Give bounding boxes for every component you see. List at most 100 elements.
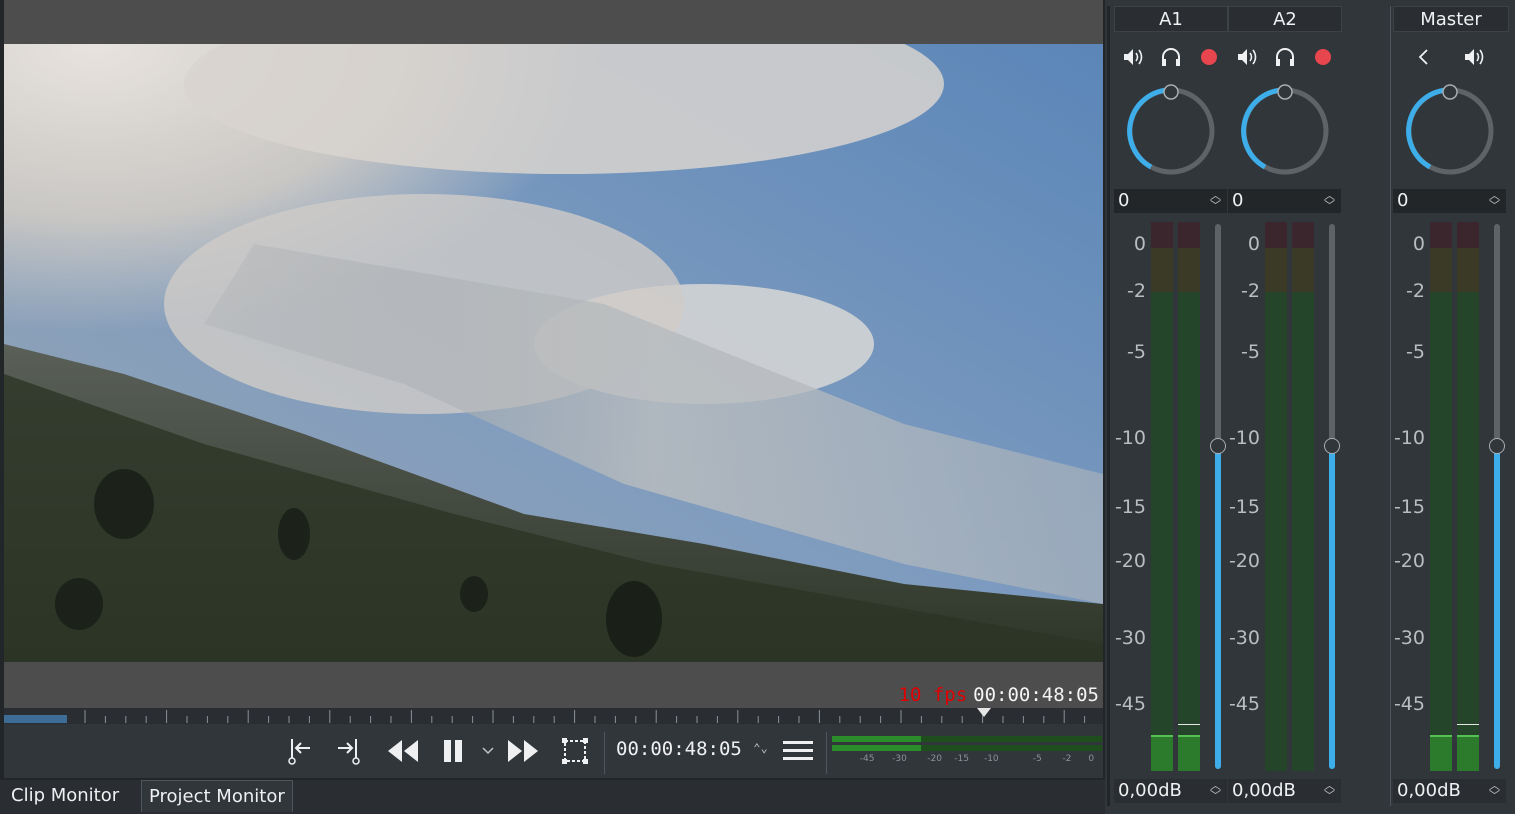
monitor-tab-bar: Clip Monitor Project Monitor — [0, 780, 1105, 814]
a1-solo-button[interactable] — [1156, 42, 1186, 72]
a1-mute-button[interactable] — [1118, 42, 1148, 72]
tab-clip-monitor[interactable]: Clip Monitor — [4, 780, 126, 812]
mini-meter-tick-label: -15 — [954, 754, 969, 764]
mini-meter-level-left — [832, 736, 922, 742]
tab-project-monitor[interactable]: Project Monitor — [141, 780, 293, 812]
a1-pan-value: 0 — [1118, 190, 1130, 211]
a2-pan-value: 0 — [1232, 190, 1244, 211]
fader-fill — [1494, 446, 1500, 769]
level-meter-bar — [1265, 222, 1287, 771]
db-scale-label: -30 — [1393, 627, 1425, 649]
speaker-icon — [1465, 49, 1484, 65]
zone-in-icon — [288, 739, 310, 765]
fader-handle[interactable] — [1324, 438, 1340, 454]
master-pan-spinbox[interactable]: 0 ︿ ﹀ — [1393, 189, 1506, 213]
video-landscape-image — [4, 44, 1103, 662]
master-gain-spinbox[interactable]: 0,00dB ︿ ﹀ — [1393, 779, 1506, 803]
db-scale-label: -45 — [1393, 693, 1425, 715]
master-gain-value: 0,00dB — [1397, 780, 1461, 801]
a2-solo-button[interactable] — [1270, 42, 1300, 72]
monitor-toolbar: 00:00:48:05 ⌃⌄ -45 -30 -20 -15 -10 -5 -2 0 — [4, 724, 1103, 778]
a1-pan-dial[interactable] — [1125, 84, 1217, 180]
set-zone-out-button[interactable] — [330, 732, 368, 770]
spin-down-icon[interactable]: ﹀ — [1210, 790, 1221, 801]
meter-warn-zone — [1457, 248, 1479, 292]
master-pan-dial[interactable] — [1404, 84, 1496, 180]
meter-clip-zone — [1430, 222, 1452, 248]
mini-meter-tick-label: -5 — [1032, 754, 1042, 764]
db-scale-label: -20 — [1393, 550, 1425, 572]
spin-down-icon[interactable]: ﹀ — [1489, 790, 1500, 801]
play-pause-button[interactable] — [434, 732, 472, 770]
mini-meter-tick-label: -2 — [1062, 754, 1072, 764]
toolbar-separator — [604, 732, 605, 774]
a1-pan-spinbox[interactable]: 0 ︿ ﹀ — [1114, 189, 1227, 213]
db-scale-label: -15 — [1228, 496, 1260, 518]
monitor-menu-button[interactable] — [779, 732, 817, 770]
play-options-dropdown[interactable] — [476, 732, 500, 770]
record-icon — [1201, 49, 1217, 65]
db-scale-label: -10 — [1228, 427, 1260, 449]
meter-warn-zone — [1178, 248, 1200, 292]
safe-zone-button[interactable] — [556, 732, 594, 770]
meter-peak-marker — [1457, 723, 1479, 725]
timecode-value: 00:00:48:05 — [616, 738, 742, 760]
a2-mute-button[interactable] — [1232, 42, 1262, 72]
meter-clip-zone — [1457, 222, 1479, 248]
db-scale-label: -2 — [1127, 280, 1146, 302]
headphones-icon — [1162, 48, 1180, 66]
a2-pan-dial[interactable] — [1239, 84, 1331, 180]
meter-warn-zone — [1430, 248, 1452, 292]
db-scale-label: 0 — [1247, 233, 1260, 255]
toolbar-separator — [826, 732, 827, 774]
master-collapse-button[interactable] — [1409, 42, 1439, 72]
meter-level-fill — [1457, 734, 1479, 771]
spin-down-icon[interactable]: ﹀ — [1210, 200, 1221, 211]
master-pan-value: 0 — [1397, 190, 1409, 211]
zone-out-icon — [338, 739, 360, 765]
chevron-down-icon — [482, 747, 494, 755]
spin-down-icon[interactable]: ﹀ — [1489, 200, 1500, 211]
forward-button[interactable] — [504, 732, 542, 770]
a1-gain-spinbox[interactable]: 0,00dB ︿ ﹀ — [1114, 779, 1227, 803]
db-scale-label: -15 — [1114, 496, 1146, 518]
rewind-button[interactable] — [384, 732, 422, 770]
a1-record-button[interactable] — [1194, 42, 1224, 72]
hamburger-menu-icon — [783, 741, 813, 760]
set-zone-in-button[interactable] — [280, 732, 318, 770]
db-scale-label: -45 — [1228, 693, 1260, 715]
a2-gain-spinbox[interactable]: 0,00dB ︿ ﹀ — [1228, 779, 1341, 803]
monitor-ruler[interactable] — [4, 708, 1103, 724]
level-meter-bar — [1178, 222, 1200, 771]
monitor-letterbox-top — [4, 0, 1103, 44]
spin-down-icon[interactable]: ﹀ — [1324, 790, 1335, 801]
db-scale-label: -30 — [1114, 627, 1146, 649]
a2-record-button[interactable] — [1308, 42, 1338, 72]
db-scale-label: -2 — [1241, 280, 1260, 302]
video-frame[interactable] — [4, 44, 1103, 662]
db-scale-label: -5 — [1406, 341, 1425, 363]
level-meter-bar — [1292, 222, 1314, 771]
speaker-icon — [1124, 49, 1143, 65]
fader-handle[interactable] — [1489, 438, 1505, 454]
meter-clip-zone — [1265, 222, 1287, 248]
project-monitor-panel: 10 fps 00:00:48:05 00:00:48:05 ⌃⌄ -45 -3… — [0, 0, 1105, 780]
meter-clip-zone — [1151, 222, 1173, 248]
fader-fill — [1329, 446, 1335, 769]
pause-icon — [444, 740, 462, 762]
mini-meter-tick-label: -20 — [927, 754, 942, 764]
audio-mixer-panel: A1 A2 Master 0 ︿ ﹀ 0 ︿ ﹀ 0 ︿ ﹀ 0 -2 -5 -… — [1105, 0, 1515, 814]
panel-splitter[interactable] — [1107, 6, 1110, 806]
playhead-marker[interactable] — [977, 708, 991, 717]
meter-clip-zone — [1178, 222, 1200, 248]
level-meter-bar — [1430, 222, 1452, 771]
selection-frame-icon — [562, 738, 588, 764]
timecode-input[interactable]: 00:00:48:05 ⌃⌄ — [616, 738, 768, 760]
a2-pan-spinbox[interactable]: 0 ︿ ﹀ — [1228, 189, 1341, 213]
speaker-icon — [1238, 49, 1257, 65]
master-mute-button[interactable] — [1459, 42, 1489, 72]
db-scale-label: -20 — [1228, 550, 1260, 572]
fader-handle[interactable] — [1210, 438, 1226, 454]
spin-down-icon[interactable]: ﹀ — [1324, 200, 1335, 211]
timecode-spin-arrows[interactable]: ⌃⌄ — [753, 741, 767, 755]
